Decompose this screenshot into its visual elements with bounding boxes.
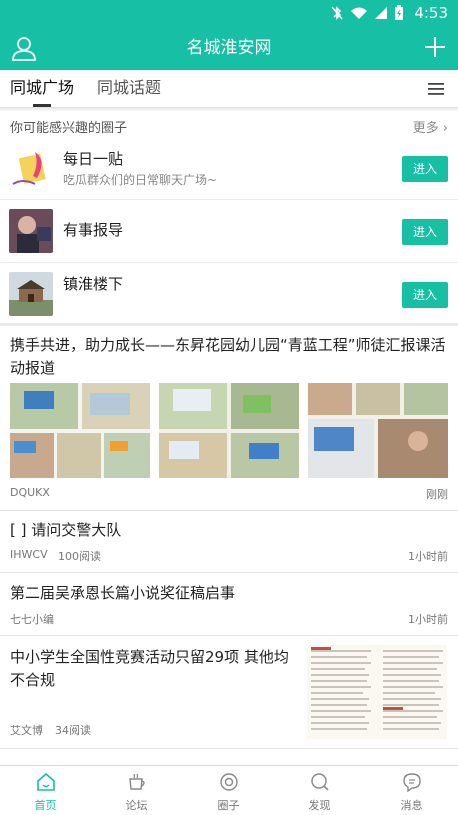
post-divider [0,748,458,749]
nav-label: 发现 [308,799,331,812]
circles-heading: 你可能感兴趣的圈子 [10,121,128,136]
join-button[interactable]: 进入 [402,156,448,182]
tab-shadow [0,108,458,112]
home-icon [37,772,55,791]
more-circles-link[interactable]: 更多 › [413,117,448,136]
chevron-right-icon: › [442,121,448,136]
post-author[interactable]: 艾文博 [10,722,43,738]
tab-city-square[interactable]: 同城广场 [10,70,74,108]
quill-thumbnail [9,146,53,190]
cup-icon [129,773,145,790]
circle-desc: 吃瓜群众们的日常聊天广场~ [63,173,218,187]
post-divider [0,635,458,636]
join-button[interactable]: 进入 [402,282,448,308]
post-reads: 34阅读 [55,724,91,737]
post-author[interactable]: DQUKX [10,486,50,499]
nav-label: 首页 [34,799,57,812]
battery-icon [395,5,404,20]
post-document-thumbnail[interactable] [307,645,447,739]
photo-thumbnail [9,209,53,253]
signal-icon [375,7,388,19]
status-bar: 4:53 [0,0,458,26]
nav-messages[interactable]: 消息 [366,766,457,815]
app-bar: 名城淮安网 [0,26,458,70]
nav-discover[interactable]: 发现 [274,766,365,815]
menu-icon[interactable] [428,82,444,96]
nav-home[interactable]: 首页 [0,766,91,815]
nav-label: 消息 [400,799,423,812]
clock: 4:53 [414,4,448,22]
discover-icon [311,773,329,791]
post-title[interactable]: 中小学生全国性竞赛活动只留29项 其他均不合规 [10,646,290,692]
circle-name: 镇淮楼下 [63,275,124,293]
tower-thumbnail [9,272,53,316]
post-author[interactable]: IHWCV [10,548,48,561]
post-time: 1小时前 [408,550,448,563]
post-time: 1小时前 [408,613,448,626]
join-button[interactable]: 进入 [402,219,448,245]
circle-item[interactable]: 每日一贴 吃瓜群众们的日常聊天广场~ 进入 [0,137,458,200]
post-divider [0,510,458,511]
bluetooth-mute-icon [331,6,343,20]
post-author[interactable]: 七七小编 [10,611,54,627]
tab-city-topics[interactable]: 同城话题 [97,70,161,108]
post-time: 刚刚 [426,488,448,501]
bottom-nav: 首页 论坛 圈子 发现 消息 [0,765,458,815]
post-photo[interactable] [159,383,299,478]
post-title[interactable]: [ ] 请问交警大队 [10,519,448,542]
nav-forum[interactable]: 论坛 [91,766,182,815]
nav-label: 论坛 [125,799,148,812]
app-title: 名城淮安网 [186,38,272,58]
section-divider [0,323,458,325]
tab-bar: 同城广场 同城话题 [0,70,458,108]
circle-name: 每日一贴 [63,150,124,168]
message-icon [403,773,421,792]
wifi-icon [351,7,368,19]
post-title[interactable]: 第二届吴承恩长篇小说奖征稿启事 [10,582,448,605]
tab-indicator [33,104,51,107]
post-reads: 100阅读 [58,550,101,563]
more-label: 更多 [412,121,439,136]
circle-icon [220,773,238,791]
nav-circles[interactable]: 圈子 [183,766,274,815]
post-title[interactable]: 携手共进，助力成长——东昇花园幼儿园“青蓝工程”师徒汇报课活动报道 [10,334,448,380]
circle-name: 有事报导 [63,221,124,239]
post-photo[interactable] [308,383,448,478]
post-photo[interactable] [10,383,150,478]
plus-icon[interactable] [422,34,448,60]
circle-item[interactable]: 有事报导 进入 [0,200,458,263]
circle-item[interactable]: 镇淮楼下 进入 [0,263,458,326]
post-divider [0,572,458,573]
nav-label: 圈子 [217,799,240,812]
circles-header: 你可能感兴趣的圈子 更多 › [0,113,458,139]
